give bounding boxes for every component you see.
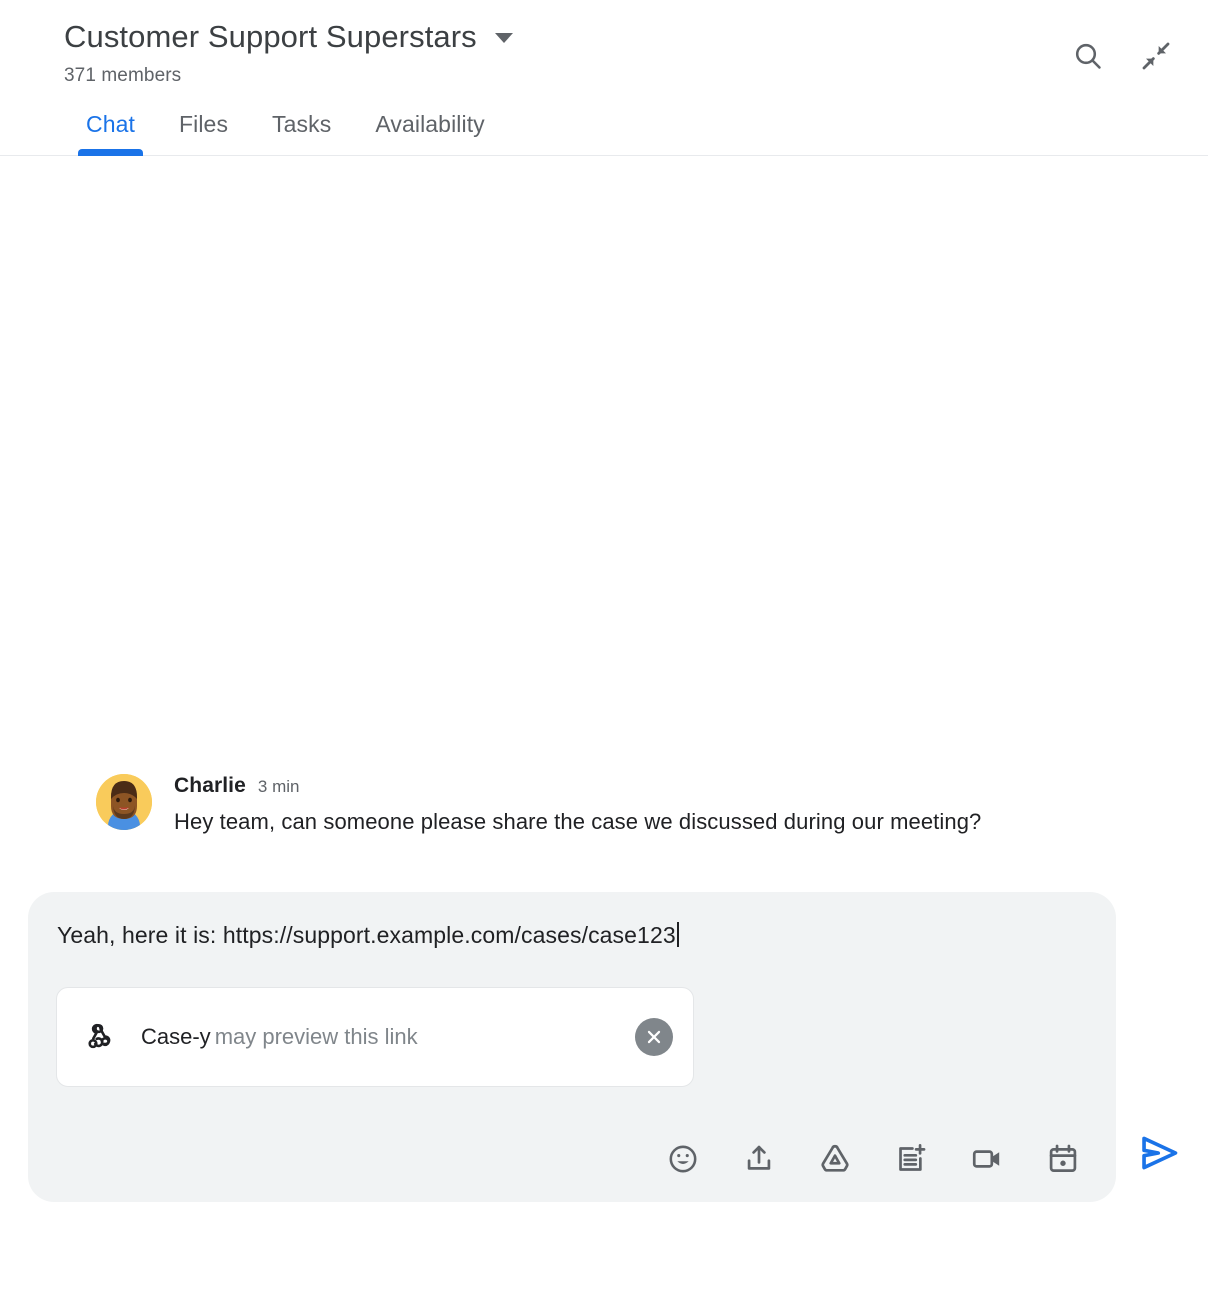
message-author: Charlie	[174, 774, 246, 798]
search-icon[interactable]	[1068, 36, 1108, 76]
tab-tasks[interactable]: Tasks	[250, 111, 353, 156]
compose-toolbar	[56, 1114, 1088, 1180]
message-item: Charlie 3 min Hey team, can someone plea…	[0, 774, 1184, 842]
video-camera-icon[interactable]	[966, 1138, 1008, 1180]
header-top-row: Customer Support Superstars 371 members	[0, 18, 1208, 87]
close-icon[interactable]	[635, 1018, 673, 1056]
avatar[interactable]	[96, 774, 152, 831]
message-text: Hey team, can someone please share the c…	[174, 809, 982, 835]
page-title: Customer Support Superstars	[64, 19, 477, 54]
room-title-row[interactable]: Customer Support Superstars	[64, 18, 513, 55]
message-input[interactable]: Yeah, here it is: https://support.exampl…	[56, 922, 1088, 949]
tab-chat[interactable]: Chat	[64, 111, 157, 157]
header-actions	[1068, 18, 1184, 76]
chat-header: Customer Support Superstars 371 members	[0, 0, 1208, 157]
new-document-icon[interactable]	[890, 1138, 932, 1180]
link-preview-text: Case-y may preview this link	[141, 1024, 635, 1050]
message-meta: Charlie 3 min	[174, 774, 1160, 798]
message-timestamp: 3 min	[257, 777, 300, 797]
tab-bar: Chat Files Tasks Availability	[0, 111, 1208, 157]
emoji-icon[interactable]	[662, 1138, 704, 1180]
message-list: Charlie 3 min Hey team, can someone plea…	[0, 175, 1208, 870]
compose-area: Yeah, here it is: https://support.exampl…	[28, 892, 1188, 1202]
tab-files[interactable]: Files	[157, 111, 250, 156]
link-preview-app-name: Case-y	[141, 1024, 211, 1049]
link-preview-chip: Case-y may preview this link	[56, 987, 694, 1087]
google-drive-icon[interactable]	[814, 1138, 856, 1180]
send-icon[interactable]	[1130, 1124, 1188, 1182]
collapse-icon[interactable]	[1136, 36, 1176, 76]
member-count: 371 members	[64, 65, 182, 87]
text-cursor	[676, 922, 679, 947]
link-preview-note: may preview this link	[214, 1024, 418, 1049]
message-input-value: Yeah, here it is: https://support.exampl…	[57, 922, 676, 948]
room-title-block: Customer Support Superstars 371 members	[64, 18, 513, 87]
compose-box[interactable]: Yeah, here it is: https://support.exampl…	[28, 892, 1116, 1202]
calendar-icon[interactable]	[1042, 1138, 1084, 1180]
webhook-icon	[83, 1020, 117, 1054]
chevron-down-icon[interactable]	[494, 33, 513, 44]
upload-icon[interactable]	[738, 1138, 780, 1180]
message-body: Charlie 3 min Hey team, can someone plea…	[174, 774, 1160, 842]
tab-availability[interactable]: Availability	[353, 111, 506, 156]
